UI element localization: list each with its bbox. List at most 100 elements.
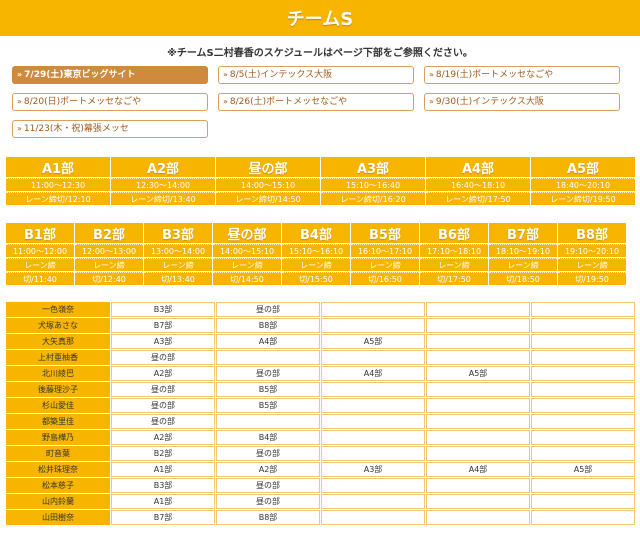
schedule-cell bbox=[531, 366, 635, 381]
member-row: 後藤理沙子 昼の部 B5部 bbox=[6, 382, 635, 397]
member-row: 杉山愛佳 昼の部 B5部 bbox=[6, 398, 635, 413]
slot-name: B6部 bbox=[420, 223, 488, 243]
slot-deadline: レーン締切/12:10 bbox=[6, 192, 110, 205]
schedule-cell bbox=[321, 350, 425, 365]
schedule-cell bbox=[426, 414, 530, 429]
slot-deadline-time: 切/15:50 bbox=[282, 272, 350, 285]
date-tab-0826[interactable]: » 8/26(土)ポートメッセなごや bbox=[218, 93, 414, 111]
schedule-cell: A2部 bbox=[111, 366, 215, 381]
slot-name: 昼の部 bbox=[213, 223, 281, 243]
arrow-icon: » bbox=[429, 97, 434, 106]
slot-name: B1部 bbox=[6, 223, 74, 243]
date-tab-0819[interactable]: » 8/19(土)ポートメッセなごや bbox=[424, 66, 620, 84]
member-schedule-table: 一色嶺奈 B3部 昼の部 犬塚あさな B7部 B8部 大矢真那 A3部 A4部 … bbox=[5, 301, 636, 526]
schedule-cell bbox=[321, 398, 425, 413]
date-tab-1123[interactable]: » 11/23(木・祝)幕張メッセ bbox=[12, 120, 208, 138]
slot-deadline-time: 切/16:50 bbox=[351, 272, 419, 285]
arrow-icon: » bbox=[17, 124, 22, 133]
slot-name: 昼の部 bbox=[216, 157, 320, 177]
arrow-icon: » bbox=[17, 70, 23, 79]
slot-deadline-time: 切/13:40 bbox=[144, 272, 212, 285]
slot-deadline-label: レーン締 bbox=[6, 258, 74, 271]
schedule-cell bbox=[321, 430, 425, 445]
schedule-cell: B8部 bbox=[216, 318, 320, 333]
slot-deadline-label: レーン締 bbox=[558, 258, 626, 271]
member-name: 野島樺乃 bbox=[6, 430, 110, 445]
schedule-cell bbox=[531, 398, 635, 413]
schedule-cell bbox=[426, 478, 530, 493]
schedule-cell: B7部 bbox=[111, 318, 215, 333]
schedule-cell: 昼の部 bbox=[111, 414, 215, 429]
slot-name: A4部 bbox=[426, 157, 530, 177]
schedule-cell: A3部 bbox=[111, 334, 215, 349]
schedule-cell bbox=[426, 430, 530, 445]
schedule-cell bbox=[531, 414, 635, 429]
schedule-cell bbox=[531, 446, 635, 461]
slot-time: 16:40〜18:10 bbox=[426, 178, 530, 191]
member-row: 野島樺乃 A2部 B4部 bbox=[6, 430, 635, 445]
schedule-cell bbox=[321, 302, 425, 317]
member-name: 町音葉 bbox=[6, 446, 110, 461]
schedule-cell: B2部 bbox=[111, 446, 215, 461]
schedule-cell: 昼の部 bbox=[111, 350, 215, 365]
slot-time: 11:00〜12:30 bbox=[6, 178, 110, 191]
member-name: 後藤理沙子 bbox=[6, 382, 110, 397]
schedule-cell bbox=[531, 494, 635, 509]
schedule-cell: A5部 bbox=[426, 366, 530, 381]
schedule-cell: A1部 bbox=[111, 462, 215, 477]
slot-name: B7部 bbox=[489, 223, 557, 243]
schedule-cell: A1部 bbox=[111, 494, 215, 509]
schedule-cell: 昼の部 bbox=[216, 494, 320, 509]
slot-deadline-label: レーン締 bbox=[351, 258, 419, 271]
arrow-icon: » bbox=[429, 70, 434, 79]
schedule-cell bbox=[531, 382, 635, 397]
schedule-cell bbox=[426, 446, 530, 461]
schedule-cell: A5部 bbox=[531, 462, 635, 477]
schedule-cell bbox=[426, 334, 530, 349]
slot-time: 13:00〜14:00 bbox=[144, 244, 212, 257]
slot-time: 15:10〜16:40 bbox=[321, 178, 425, 191]
slot-deadline-time: 切/11:40 bbox=[6, 272, 74, 285]
schedule-cell bbox=[426, 398, 530, 413]
slot-deadline-time: 切/17:50 bbox=[420, 272, 488, 285]
schedule-cell: A2部 bbox=[216, 462, 320, 477]
date-tab-0729[interactable]: » 7/29(土)東京ビッグサイト bbox=[12, 66, 208, 84]
date-tab-0805[interactable]: » 8/5(土)インテックス大阪 bbox=[218, 66, 414, 84]
date-tab-0930[interactable]: » 9/30(土)インテックス大阪 bbox=[424, 93, 620, 111]
slot-time: 16:10〜17:10 bbox=[351, 244, 419, 257]
schedule-cell bbox=[321, 382, 425, 397]
schedule-cell bbox=[321, 446, 425, 461]
slot-name: A5部 bbox=[531, 157, 635, 177]
slot-time: 17:10〜18:10 bbox=[420, 244, 488, 257]
schedule-cell bbox=[426, 318, 530, 333]
slot-deadline: レーン締切/16:20 bbox=[321, 192, 425, 205]
a-slot-table: A1部 A2部 昼の部 A3部 A4部 A5部 11:00〜12:30 12:3… bbox=[5, 156, 636, 206]
schedule-cell: 昼の部 bbox=[216, 302, 320, 317]
member-name: 都築里佳 bbox=[6, 414, 110, 429]
slot-deadline: レーン締切/14:50 bbox=[216, 192, 320, 205]
schedule-cell bbox=[531, 350, 635, 365]
schedule-cell: 昼の部 bbox=[216, 478, 320, 493]
team-title: チームS bbox=[0, 0, 640, 36]
slot-name: A2部 bbox=[111, 157, 215, 177]
schedule-cell bbox=[426, 350, 530, 365]
slot-name: A3部 bbox=[321, 157, 425, 177]
schedule-cell bbox=[321, 510, 425, 525]
date-tab-0820[interactable]: » 8/20(日)ポートメッセなごや bbox=[12, 93, 208, 111]
schedule-cell bbox=[531, 302, 635, 317]
arrow-icon: » bbox=[223, 70, 228, 79]
schedule-cell bbox=[426, 510, 530, 525]
schedule-cell bbox=[216, 414, 320, 429]
schedule-cell: B5部 bbox=[216, 398, 320, 413]
member-name: 北川綾巴 bbox=[6, 366, 110, 381]
schedule-cell bbox=[426, 382, 530, 397]
slot-deadline: レーン締切/17:50 bbox=[426, 192, 530, 205]
schedule-note: ※チームS二村春香のスケジュールはページ下部をご参照ください。 bbox=[167, 48, 473, 59]
slot-name: B4部 bbox=[282, 223, 350, 243]
slot-time: 18:40〜20:10 bbox=[531, 178, 635, 191]
schedule-cell bbox=[426, 494, 530, 509]
slot-time: 14:00〜15:10 bbox=[216, 178, 320, 191]
slot-name: B5部 bbox=[351, 223, 419, 243]
schedule-cell bbox=[321, 478, 425, 493]
schedule-cell: A3部 bbox=[321, 462, 425, 477]
